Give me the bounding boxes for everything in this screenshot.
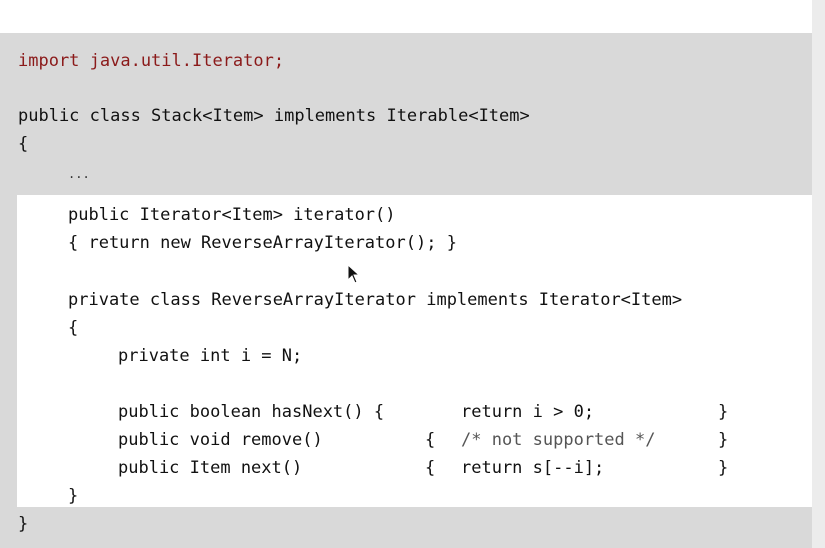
next-signature: public Item next()	[118, 458, 303, 478]
inner-class-open-brace: {	[68, 318, 79, 338]
hasnext-signature: public boolean hasNext() {	[118, 402, 385, 422]
next-body: return s[--i];	[461, 458, 605, 478]
code-slide: import java.util.Iterator; public class …	[0, 0, 825, 548]
gray-band-bottom	[17, 507, 812, 548]
class-close-brace: }	[18, 514, 29, 534]
gray-band-left	[0, 195, 17, 548]
next-close-brace: }	[718, 458, 729, 478]
hasnext-close-brace: }	[718, 402, 729, 422]
inner-class-declaration: private class ReverseArrayIterator imple…	[68, 290, 683, 310]
omitted-code-ellipsis: ...	[68, 167, 90, 181]
remove-comment: /* not supported */	[461, 430, 656, 450]
mouse-pointer-icon	[347, 264, 361, 284]
import-statement: import java.util.Iterator;	[18, 51, 285, 71]
iterator-method-signature: public Iterator<Item> iterator()	[68, 205, 396, 225]
iterator-method-body: { return new ReverseArrayIterator(); }	[68, 233, 457, 253]
field-declaration: private int i = N;	[118, 346, 303, 366]
next-open-brace: {	[425, 458, 436, 478]
class-declaration: public class Stack<Item> implements Iter…	[18, 106, 530, 126]
slide-edge-strip	[812, 0, 825, 548]
remove-close-brace: }	[718, 430, 729, 450]
class-open-brace: {	[18, 134, 29, 154]
hasnext-body: return i > 0;	[461, 402, 595, 422]
remove-open-brace: {	[425, 430, 436, 450]
remove-signature: public void remove()	[118, 430, 323, 450]
inner-class-close-brace: }	[68, 486, 79, 506]
